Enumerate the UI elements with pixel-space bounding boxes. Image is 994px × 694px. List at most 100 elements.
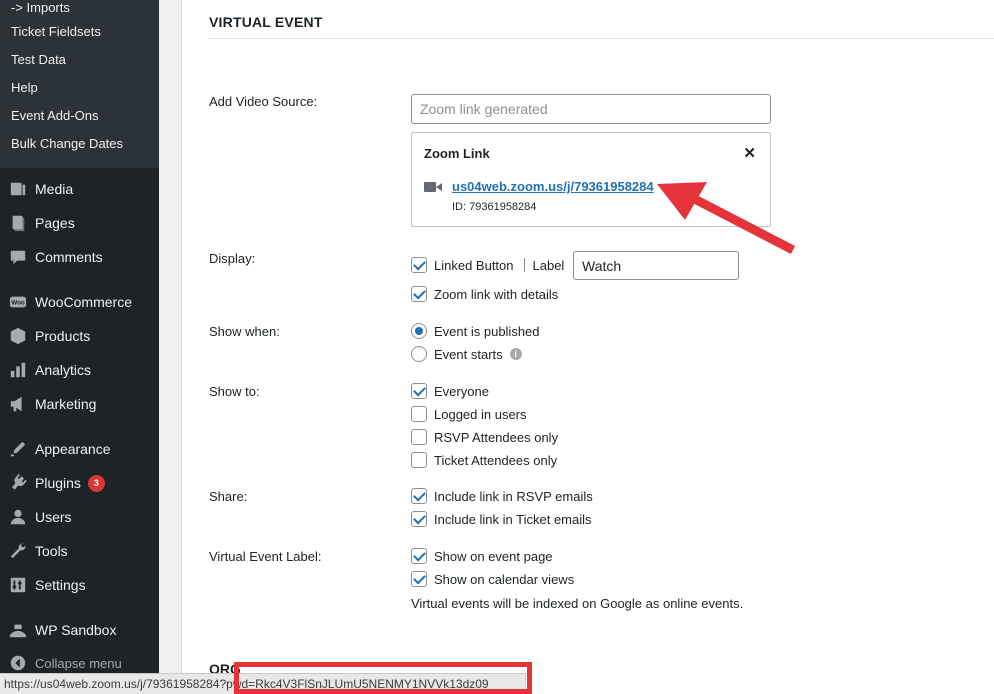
sidebar-item-marketing[interactable]: Marketing (0, 387, 159, 421)
show-when-published-option: Event is published (411, 322, 540, 340)
woocommerce-icon: Woo (8, 292, 28, 312)
sidebar-item-plugins[interactable]: Plugins 3 (0, 466, 159, 500)
indexed-note: Virtual events will be indexed on Google… (411, 596, 744, 611)
annotation-highlight-box (234, 662, 532, 694)
users-icon (8, 507, 28, 527)
rsvp-attendees-text: RSVP Attendees only (434, 429, 559, 445)
appearance-icon (8, 439, 28, 459)
sidebar-item-label: Pages (35, 215, 75, 231)
section-divider (209, 38, 994, 39)
info-icon[interactable]: i (509, 348, 522, 360)
event-starts-radio[interactable] (411, 346, 427, 362)
display-label: Display: (209, 251, 256, 266)
sidebar-item-label: Appearance (35, 441, 111, 457)
virtual-event-label-label: Virtual Event Label: (209, 549, 322, 564)
rsvp-attendees-checkbox[interactable] (411, 429, 427, 445)
sidebar-item-analytics[interactable]: Analytics (0, 353, 159, 387)
zoom-meeting-id: ID: 79361958284 (452, 201, 537, 213)
svg-text:Woo: Woo (11, 300, 25, 307)
sidebar-item-label: Comments (35, 249, 103, 265)
ticket-emails-checkbox[interactable] (411, 511, 427, 527)
zoom-details-text: Zoom link with details (434, 286, 559, 302)
sidebar-item-wp-sandbox[interactable]: WP Sandbox (0, 613, 159, 647)
video-camera-icon (424, 182, 442, 192)
tools-icon (8, 541, 28, 561)
events-submenu: -> Imports Ticket Fieldsets Test Data He… (0, 0, 159, 168)
products-icon (8, 326, 28, 346)
logged-in-checkbox[interactable] (411, 406, 427, 422)
admin-sidebar: -> Imports Ticket Fieldsets Test Data He… (0, 0, 159, 694)
sidebar-item-label: Users (35, 509, 72, 525)
sidebar-item-label: Settings (35, 577, 86, 593)
marketing-icon (8, 394, 28, 414)
show-to-logged-in-option: Logged in users (411, 405, 527, 423)
linked-button-option: Linked Button Label (411, 256, 564, 274)
settings-icon (8, 575, 28, 595)
sidebar-item-users[interactable]: Users (0, 500, 159, 534)
sidebar-item-appearance[interactable]: Appearance (0, 432, 159, 466)
plugins-update-badge: 3 (87, 474, 105, 492)
option-separator (523, 258, 525, 272)
event-starts-text: Event starts (434, 346, 503, 362)
zoom-card-title: Zoom Link (424, 146, 490, 161)
sidebar-item-tools[interactable]: Tools (0, 534, 159, 568)
logged-in-text: Logged in users (434, 406, 527, 422)
share-rsvp-option: Include link in RSVP emails (411, 487, 593, 505)
sidebar-item-pages[interactable]: Pages (0, 206, 159, 240)
collapse-menu-label: Collapse menu (35, 655, 122, 671)
media-icon (8, 179, 28, 199)
published-text: Event is published (434, 323, 540, 339)
pages-icon (8, 213, 28, 233)
zoom-meeting-link[interactable]: us04web.zoom.us/j/79361958284 (452, 179, 654, 194)
section-title: VIRTUAL EVENT (209, 14, 323, 30)
ticket-attendees-text: Ticket Attendees only (434, 452, 558, 468)
ticket-attendees-checkbox[interactable] (411, 452, 427, 468)
submenu-bulk-change-dates[interactable]: Bulk Change Dates (0, 133, 159, 161)
event-page-checkbox[interactable] (411, 548, 427, 564)
annotation-arrow-icon (657, 182, 796, 254)
video-source-input[interactable] (411, 94, 771, 124)
sidebar-item-products[interactable]: Products (0, 319, 159, 353)
show-to-rsvp-option: RSVP Attendees only (411, 428, 558, 446)
show-when-starts-option: Event starts i (411, 345, 522, 363)
show-when-label: Show when: (209, 324, 280, 339)
calendar-views-text: Show on calendar views (434, 571, 575, 587)
sidebar-item-label: Products (35, 328, 91, 344)
submenu-event-add-ons[interactable]: Event Add-Ons (0, 105, 159, 133)
ticket-emails-text: Include link in Ticket emails (434, 511, 592, 527)
show-to-everyone-option: Everyone (411, 382, 489, 400)
virtual-event-panel: VIRTUAL EVENT Add Video Source: Zoom Lin… (181, 0, 994, 694)
sidebar-item-comments[interactable]: Comments (0, 240, 159, 274)
submenu-imports[interactable]: -> Imports (0, 0, 159, 21)
event-page-text: Show on event page (434, 548, 553, 564)
comments-icon (8, 247, 28, 267)
show-on-event-page-option: Show on event page (411, 547, 553, 565)
sandbox-icon (8, 620, 28, 640)
linked-button-text: Linked Button (434, 257, 514, 273)
video-source-label: Add Video Source: (209, 94, 318, 109)
zoom-details-option: Zoom link with details (411, 285, 558, 303)
analytics-icon (8, 360, 28, 380)
zoom-card-close-button[interactable]: ✕ (743, 144, 756, 162)
share-label: Share: (209, 489, 248, 504)
zoom-details-checkbox[interactable] (411, 286, 427, 302)
sidebar-item-settings[interactable]: Settings (0, 568, 159, 602)
submenu-help[interactable]: Help (0, 77, 159, 105)
submenu-ticket-fieldsets[interactable]: Ticket Fieldsets (0, 21, 159, 49)
sidebar-item-label: Marketing (35, 396, 97, 412)
sidebar-item-label: Plugins (35, 475, 81, 491)
linked-button-checkbox[interactable] (411, 257, 427, 273)
everyone-checkbox[interactable] (411, 383, 427, 399)
show-to-label: Show to: (209, 384, 260, 399)
label-text: Label (532, 257, 565, 273)
plugins-icon (8, 473, 28, 493)
sidebar-item-media[interactable]: Media (0, 172, 159, 206)
share-ticket-option: Include link in Ticket emails (411, 510, 592, 528)
submenu-test-data[interactable]: Test Data (0, 49, 159, 77)
calendar-views-checkbox[interactable] (411, 571, 427, 587)
collapse-icon (8, 653, 28, 673)
published-radio[interactable] (411, 323, 427, 339)
rsvp-emails-checkbox[interactable] (411, 488, 427, 504)
sidebar-item-woocommerce[interactable]: Woo WooCommerce (0, 285, 159, 319)
sidebar-item-label: WP Sandbox (35, 622, 117, 638)
